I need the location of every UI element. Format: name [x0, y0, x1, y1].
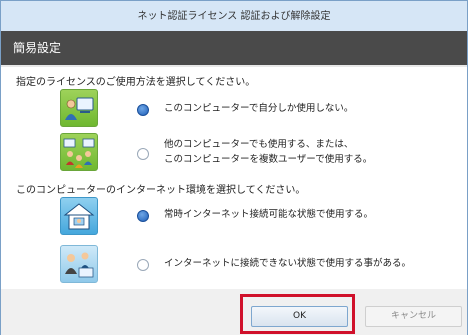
window-titlebar: ネット認証ライセンス 認証および解除設定: [1, 1, 467, 32]
license-usage-question: 指定のライセンスのご使用方法を選択してください。: [16, 77, 256, 88]
dialog-header: 簡易設定: [1, 31, 467, 65]
dialog-window: ネット認証ライセンス 認証および解除設定 簡易設定 指定のライセンスのご使用方法…: [0, 0, 468, 335]
radio-sometimes-offline[interactable]: [137, 259, 149, 271]
ok-button[interactable]: OK: [251, 306, 348, 327]
radio-single-user[interactable]: [137, 104, 149, 116]
offline-users-icon: [60, 245, 98, 283]
window-title: ネット認証ライセンス 認証および解除設定: [137, 11, 331, 22]
option-multi-user-label: 他のコンピューターでも使用する、または、 このコンピューターを複数ユーザーで使用…: [164, 137, 372, 167]
option-multi-user-line1: 他のコンピューターでも使用する、または、: [164, 139, 354, 150]
option-multi-user-line2: このコンピューターを複数ユーザーで使用する。: [164, 154, 373, 165]
radio-multi-user[interactable]: [137, 148, 149, 160]
single-user-computer-icon: [60, 89, 98, 127]
option-single-user-label: このコンピューターで自分しか使用しない。: [164, 103, 354, 114]
header-divider: [1, 65, 467, 67]
internet-environment-question: このコンピューターのインターネット環境を選択してください。: [16, 185, 306, 196]
multi-user-computers-icon: [60, 133, 98, 171]
header-title: 簡易設定: [13, 41, 62, 55]
house-online-icon: [60, 197, 98, 235]
cancel-button[interactable]: キャンセル: [365, 306, 462, 327]
option-sometimes-offline-label: インターネットに接続できない状態で使用する事がある。: [164, 258, 412, 269]
radio-always-online[interactable]: [137, 210, 149, 222]
option-always-online-label: 常時インターネット接続可能な状態で使用する。: [164, 209, 374, 220]
